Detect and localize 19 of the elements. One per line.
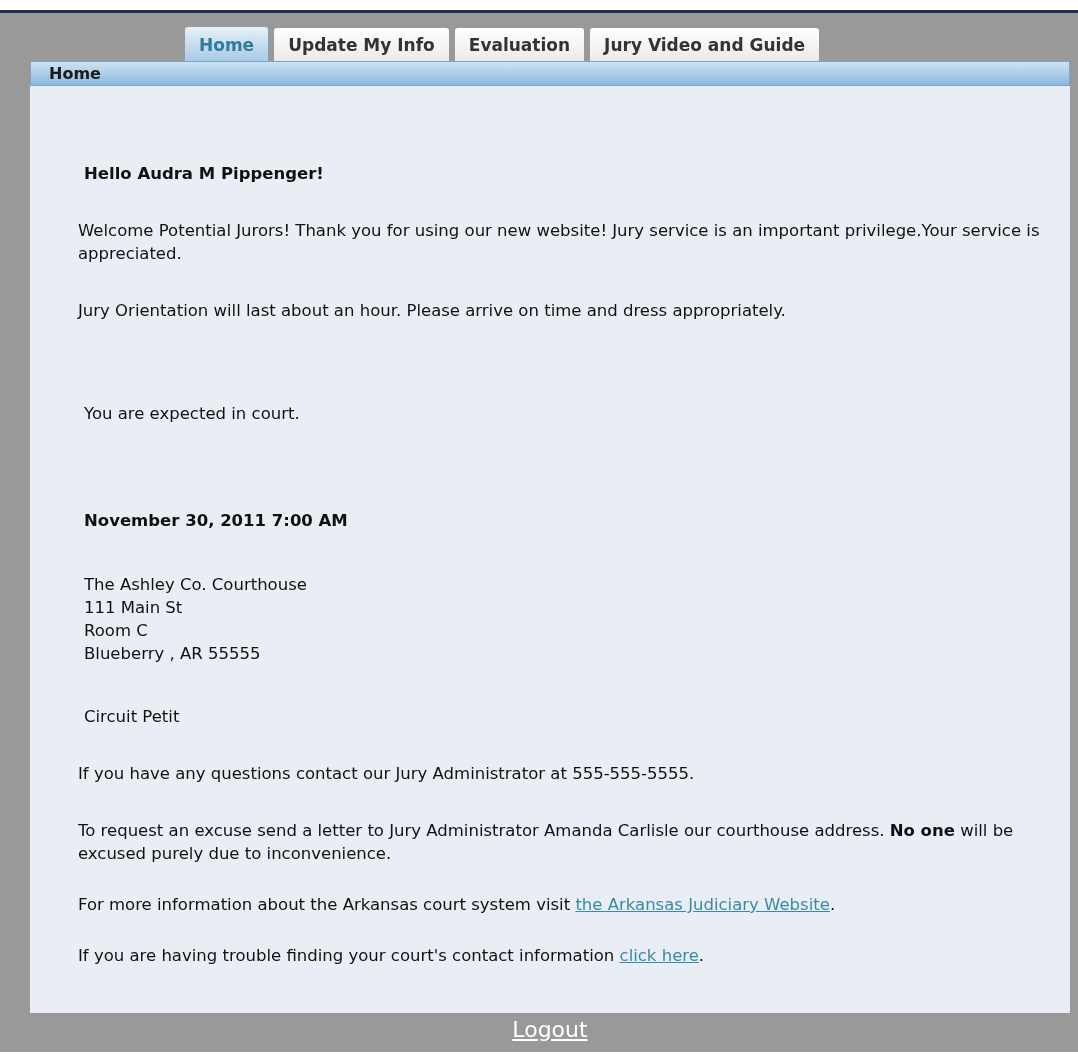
nav-tab[interactable]: Jury Video and Guide: [590, 28, 820, 61]
nav-tab[interactable]: Update My Info: [274, 28, 449, 61]
info-paragraph: If you have any questions contact our Jury Administrator at 555-555-5555.: [78, 763, 696, 785]
court-address: The Ashley Co. Courthouse 111 Main St Room C Blueberry , AR 55555: [83, 574, 308, 665]
info-paragraph: Jury Orientation will last about an hour. Please arrive on time and dress appropriately.: [78, 300, 787, 322]
panel-header: Home: [30, 61, 1070, 86]
info-paragraph: You are expected in court.: [83, 403, 301, 425]
info-paragraph: Welcome Potential Jurors! Thank you for using our new website! Jury service is an important privilege.Your service is appreciated.: [78, 220, 1041, 265]
info-paragraph: To request an excuse send a letter to Jury Administrator Amanda Carlisle our courthouse address. No one will be excused purely due to inconvenience.: [78, 820, 1015, 865]
info-sentence: For more information about the Arkansas court system visit the Arkansas Judiciary Website.: [78, 894, 837, 916]
info-sentence: If you are having trouble finding your court's contact information click here.: [78, 945, 706, 967]
info-paragraph: Circuit Petit: [83, 706, 181, 728]
appearance-date: November 30, 2011 7:00 AM: [83, 510, 349, 532]
nav-tab[interactable]: Home: [185, 27, 269, 61]
text-link[interactable]: the Arkansas Judiciary Website: [575, 895, 830, 914]
text-link[interactable]: click here: [619, 946, 699, 965]
greeting-text: Hello Audra M Pippenger!: [83, 163, 325, 185]
logout-link[interactable]: Logout: [512, 1017, 588, 1042]
nav-tab[interactable]: Evaluation: [454, 28, 585, 61]
